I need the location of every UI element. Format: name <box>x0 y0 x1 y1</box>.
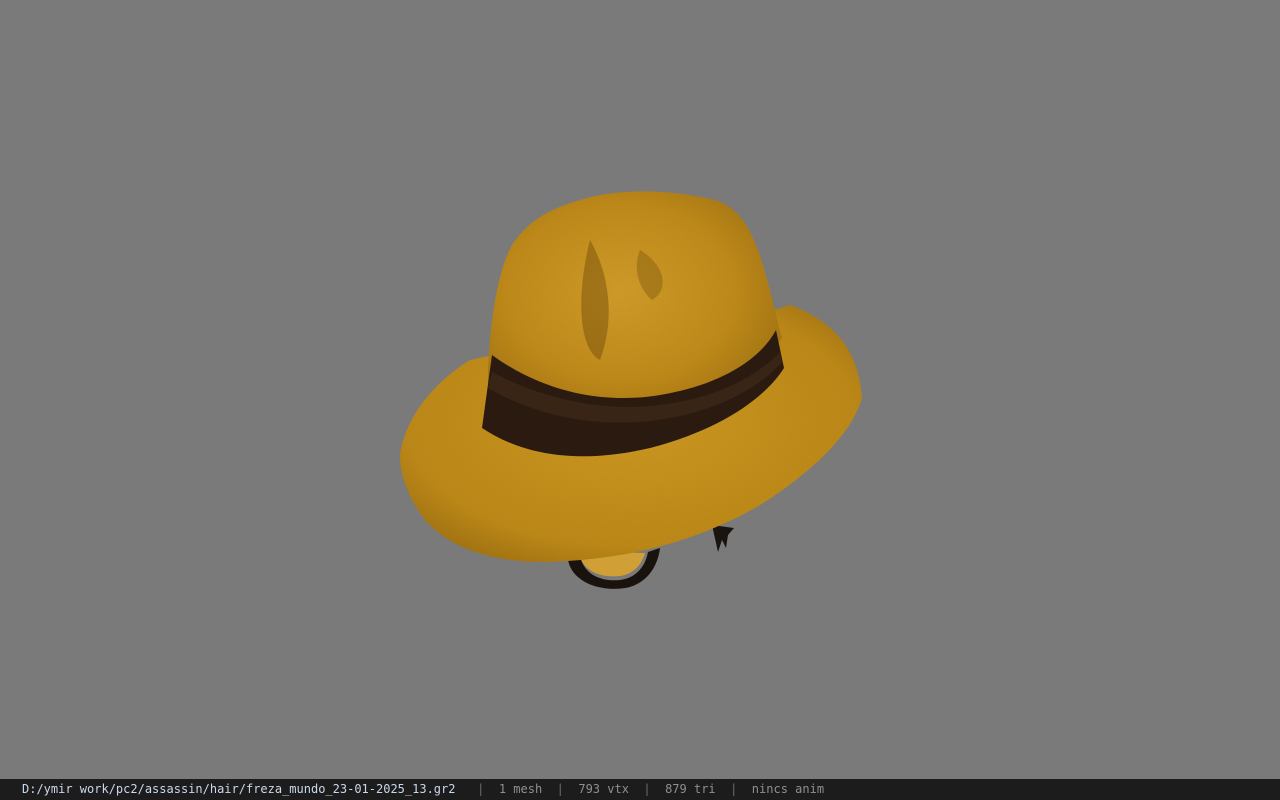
separator: | <box>643 782 651 796</box>
vertex-count: 793 vtx <box>578 782 629 796</box>
mesh-count: 1 mesh <box>498 782 543 796</box>
separator: | <box>556 782 564 796</box>
hat-model-icon <box>400 191 862 589</box>
triangle-count: 879 tri <box>665 782 716 796</box>
animation-status: nincs anim <box>751 782 825 796</box>
status-bar: D:/ymir work/pc2/assassin/hair/freza_mun… <box>0 779 1280 800</box>
separator: | <box>730 782 738 796</box>
file-path: D:/ymir work/pc2/assassin/hair/freza_mun… <box>22 782 456 796</box>
3d-viewport[interactable] <box>0 0 1280 779</box>
separator: | <box>477 782 485 796</box>
